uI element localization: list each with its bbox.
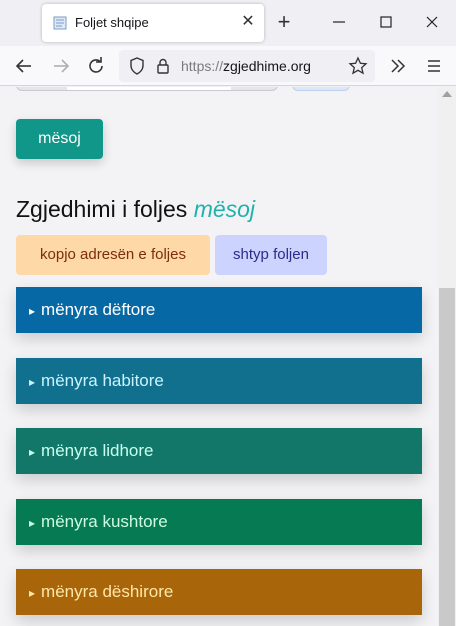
expand-arrow-icon: ▸: [29, 516, 36, 530]
page-title: Zgjedhimi i foljes mësoj: [16, 196, 255, 223]
forward-arrow-icon[interactable]: [49, 54, 73, 78]
mood-label: mënyra lidhore: [41, 441, 154, 460]
expand-arrow-icon: ▸: [29, 375, 36, 389]
mood-label: mënyra habitore: [41, 371, 164, 390]
mood-section-deshirore[interactable]: ▸ mënyra dëshirore: [16, 569, 422, 615]
browser-tab[interactable]: Foljet shqipe ✕: [42, 4, 264, 42]
mood-label: mënyra dëftore: [41, 300, 156, 319]
menu-icon[interactable]: [422, 54, 446, 78]
mood-label: mënyra dëshirore: [41, 582, 174, 601]
close-tab-icon[interactable]: ✕: [238, 12, 258, 32]
extensions-chevron-icon[interactable]: [386, 54, 410, 78]
verb-search-field[interactable]: [67, 87, 231, 90]
mood-section-lidhore[interactable]: ▸ mënyra lidhore: [16, 428, 422, 474]
expand-arrow-icon: ▸: [29, 445, 36, 459]
heading-prefix: Zgjedhimi i foljes: [16, 196, 188, 222]
copy-verb-address-button[interactable]: kopjo adresën e foljes: [16, 235, 210, 275]
address-bar[interactable]: https://zgjedhime.org: [119, 50, 375, 82]
page-icon: [53, 16, 67, 30]
scroll-up-arrow-icon[interactable]: [442, 91, 452, 97]
back-arrow-icon[interactable]: [12, 54, 36, 78]
bookmark-star-icon[interactable]: [348, 56, 368, 76]
print-verb-button[interactable]: shtyp foljen: [215, 235, 327, 275]
verb-button[interactable]: mësoj: [16, 119, 103, 159]
page-viewport: mësoj Zgjedhimi i foljes mësoj kopjo adr…: [0, 87, 456, 626]
reload-icon[interactable]: [84, 54, 108, 78]
expand-arrow-icon: ▸: [29, 304, 36, 318]
url-domain: zgjedhime.org: [223, 58, 311, 74]
maximize-icon[interactable]: [374, 10, 398, 34]
shield-icon[interactable]: [127, 56, 147, 76]
mood-label: mënyra kushtore: [41, 512, 168, 531]
tab-bar: Foljet shqipe ✕ +: [0, 0, 456, 46]
mood-section-deftore[interactable]: ▸ mënyra dëftore: [16, 287, 422, 333]
lock-icon[interactable]: [153, 56, 173, 76]
tab-title: Foljet shqipe: [75, 15, 149, 30]
mood-section-kushtore[interactable]: ▸ mënyra kushtore: [16, 499, 422, 545]
window-close-icon[interactable]: [420, 10, 444, 34]
search-button[interactable]: [292, 87, 350, 91]
scrollbar[interactable]: [438, 87, 456, 626]
minimize-icon[interactable]: [327, 10, 351, 34]
mood-section-habitore[interactable]: ▸ mënyra habitore: [16, 358, 422, 404]
new-tab-icon[interactable]: +: [272, 10, 296, 34]
scrollbar-thumb[interactable]: [439, 288, 455, 626]
url-text: https://zgjedhime.org: [181, 58, 311, 74]
navigation-bar: https://zgjedhime.org: [0, 46, 456, 86]
expand-arrow-icon: ▸: [29, 586, 36, 600]
heading-verb: mësoj: [193, 196, 256, 222]
verb-search-input[interactable]: [16, 87, 278, 91]
url-protocol: https://: [181, 58, 224, 74]
